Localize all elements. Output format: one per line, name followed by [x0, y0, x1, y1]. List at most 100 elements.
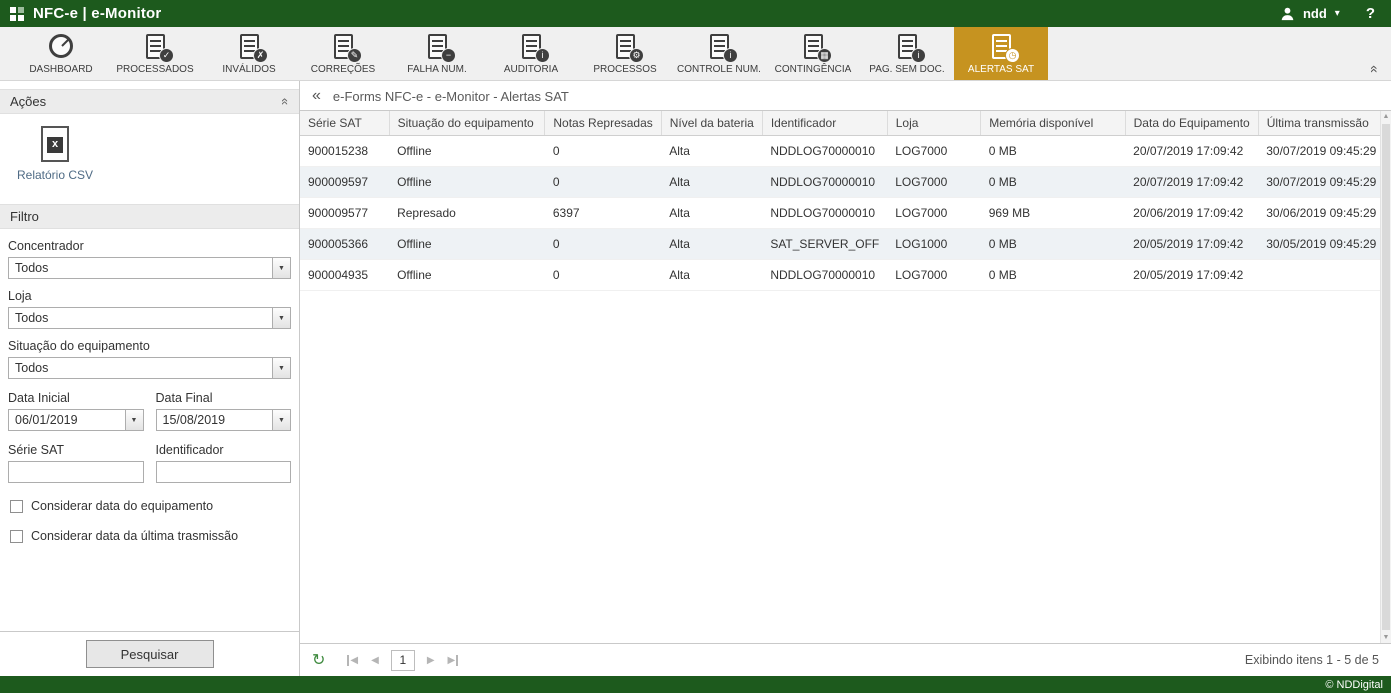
toolbar-item-alertas-sat[interactable]: ◷ ALERTAS SAT — [954, 27, 1048, 80]
column-header[interactable]: Última transmissão — [1258, 111, 1390, 136]
toolbar-item-label: DASHBOARD — [29, 64, 92, 75]
table-row[interactable]: 900004935Offline0AltaNDDLOG70000010LOG70… — [300, 260, 1391, 291]
prev-page-button[interactable]: ◀ — [368, 655, 382, 666]
table-cell: 30/05/2019 09:45:29 — [1258, 229, 1390, 260]
table-cell: Alta — [661, 229, 762, 260]
first-page-button[interactable]: ◀ — [344, 655, 361, 666]
user-menu[interactable]: ndd — [1303, 6, 1327, 21]
filter-panel-header: Filtro — [0, 204, 299, 229]
identificador-input[interactable] — [156, 461, 292, 483]
search-button[interactable]: Pesquisar — [86, 640, 214, 668]
toolbar-item-processos[interactable]: ⚙ PROCESSOS — [578, 27, 672, 80]
toolbar-item-falha-num[interactable]: − FALHA NUM. — [390, 27, 484, 80]
situacao-select[interactable]: Todos ▼ — [8, 357, 291, 379]
loja-select[interactable]: Todos ▼ — [8, 307, 291, 329]
table-cell: 900015238 — [300, 136, 389, 167]
main-area: « e-Forms NFC-e - e-Monitor - Alertas SA… — [300, 81, 1391, 676]
table-row[interactable]: 900009577Represado6397AltaNDDLOG70000010… — [300, 198, 1391, 229]
table-cell: 20/06/2019 17:09:42 — [1125, 198, 1258, 229]
checkbox-icon[interactable] — [10, 500, 23, 513]
table-cell: 0 — [545, 229, 661, 260]
scroll-down-icon[interactable]: ▼ — [1381, 634, 1391, 641]
toolbar-item-auditoria[interactable]: i AUDITORIA — [484, 27, 578, 80]
toolbar-item-pag-sem-doc[interactable]: i PAG. SEM DOC. — [860, 27, 954, 80]
column-header[interactable]: Nível da bateria — [661, 111, 762, 136]
table-cell: LOG7000 — [887, 167, 980, 198]
table-cell: 20/07/2019 17:09:42 — [1125, 136, 1258, 167]
serie-sat-label: Série SAT — [8, 443, 144, 457]
toolbar-items: DASHBOARD ✓ PROCESSADOS ✗ INVÁLIDOS ✎ CO… — [14, 27, 1048, 80]
table-cell: Alta — [661, 167, 762, 198]
table-cell: 0 — [545, 136, 661, 167]
table-cell: 20/05/2019 17:09:42 — [1125, 229, 1258, 260]
invalid-docs-icon: ✗ — [234, 32, 264, 60]
column-header[interactable]: Loja — [887, 111, 980, 136]
vertical-scrollbar[interactable]: ▲ ▼ — [1380, 111, 1391, 643]
table-row[interactable]: 900015238Offline0AltaNDDLOG70000010LOG70… — [300, 136, 1391, 167]
checkbox-considerar-data-transmissao[interactable]: Considerar data da última trasmissão — [10, 529, 289, 543]
column-header[interactable]: Memória disponível — [981, 111, 1125, 136]
identificador-label: Identificador — [156, 443, 292, 457]
toolbar-item-label: INVÁLIDOS — [222, 64, 275, 75]
help-button[interactable]: ? — [1366, 5, 1375, 22]
data-inicial-picker[interactable]: 06/01/2019 ▼ — [8, 409, 144, 431]
table-cell: Offline — [389, 229, 545, 260]
concentrador-select[interactable]: Todos ▼ — [8, 257, 291, 279]
results-grid: Série SATSituação do equipamentoNotas Re… — [300, 110, 1391, 643]
chevron-down-icon[interactable]: ▼ — [272, 410, 290, 430]
app-title: NFC-e | e-Monitor — [33, 5, 161, 22]
next-page-button[interactable]: ▶ — [424, 655, 438, 666]
pagination-status: Exibindo itens 1 - 5 de 5 — [1245, 653, 1379, 667]
csv-report-button[interactable]: Relatório CSV — [16, 126, 94, 182]
toolbar-item-label: CORREÇÕES — [311, 64, 375, 75]
toolbar-item-label: CONTINGÊNCIA — [775, 64, 852, 75]
scroll-up-icon[interactable]: ▲ — [1381, 113, 1391, 120]
column-header[interactable]: Série SAT — [300, 111, 389, 136]
toolbar-item-processados[interactable]: ✓ PROCESSADOS — [108, 27, 202, 80]
serie-sat-input[interactable] — [8, 461, 144, 483]
chevron-down-icon[interactable]: ▼ — [125, 410, 143, 430]
contingency-doc-icon: ▦ — [798, 32, 828, 60]
toolbar-item-label: AUDITORIA — [504, 64, 558, 75]
toolbar-item-corre-es[interactable]: ✎ CORREÇÕES — [296, 27, 390, 80]
table-cell — [1258, 260, 1390, 291]
actions-collapse-icon[interactable]: « — [278, 98, 293, 105]
checkbox-considerar-data-equipamento[interactable]: Considerar data do equipamento — [10, 499, 289, 513]
scrollbar-thumb[interactable] — [1382, 124, 1390, 630]
page-number-input[interactable]: 1 — [391, 650, 415, 671]
column-header[interactable]: Notas Represadas — [545, 111, 661, 136]
user-caret-icon[interactable]: ▾ — [1335, 8, 1340, 19]
chevron-down-icon[interactable]: ▼ — [272, 358, 290, 378]
chevron-down-icon[interactable]: ▼ — [272, 258, 290, 278]
toolbar-item-conting-ncia[interactable]: ▦ CONTINGÊNCIA — [766, 27, 860, 80]
column-header[interactable]: Data do Equipamento — [1125, 111, 1258, 136]
data-final-picker[interactable]: 15/08/2019 ▼ — [156, 409, 292, 431]
column-header[interactable]: Situação do equipamento — [389, 111, 545, 136]
toolbar-item-inv-lidos[interactable]: ✗ INVÁLIDOS — [202, 27, 296, 80]
toolbar-item-label: PROCESSOS — [593, 64, 656, 75]
sat-alerts-clock-icon: ◷ — [986, 32, 1016, 60]
toolbar-item-dashboard[interactable]: DASHBOARD — [14, 27, 108, 80]
numbering-failure-icon: − — [422, 32, 452, 60]
table-cell: Offline — [389, 167, 545, 198]
checkbox-label: Considerar data do equipamento — [31, 499, 213, 513]
toolbar-collapse-icon[interactable]: « — [1368, 65, 1382, 73]
table-row[interactable]: 900009597Offline0AltaNDDLOG70000010LOG70… — [300, 167, 1391, 198]
table-cell: 30/06/2019 09:45:29 — [1258, 198, 1390, 229]
table-row[interactable]: 900005366Offline0AltaSAT_SERVER_OFFLOG10… — [300, 229, 1391, 260]
toolbar-item-controle-num[interactable]: i CONTROLE NUM. — [672, 27, 766, 80]
table-cell: 0 MB — [981, 229, 1125, 260]
checkbox-icon[interactable] — [10, 530, 23, 543]
chevron-down-icon[interactable]: ▼ — [272, 308, 290, 328]
table-cell: 900009577 — [300, 198, 389, 229]
sidebar-collapse-icon[interactable]: « — [312, 88, 321, 104]
table-cell: 969 MB — [981, 198, 1125, 229]
data-inicial-value: 06/01/2019 — [9, 410, 125, 430]
filter-title: Filtro — [10, 209, 39, 224]
refresh-icon[interactable]: ↻ — [312, 650, 325, 670]
data-final-value: 15/08/2019 — [157, 410, 273, 430]
table-cell: NDDLOG70000010 — [762, 198, 887, 229]
last-page-button[interactable]: ▶ — [445, 655, 462, 666]
table-cell: Offline — [389, 136, 545, 167]
column-header[interactable]: Identificador — [762, 111, 887, 136]
